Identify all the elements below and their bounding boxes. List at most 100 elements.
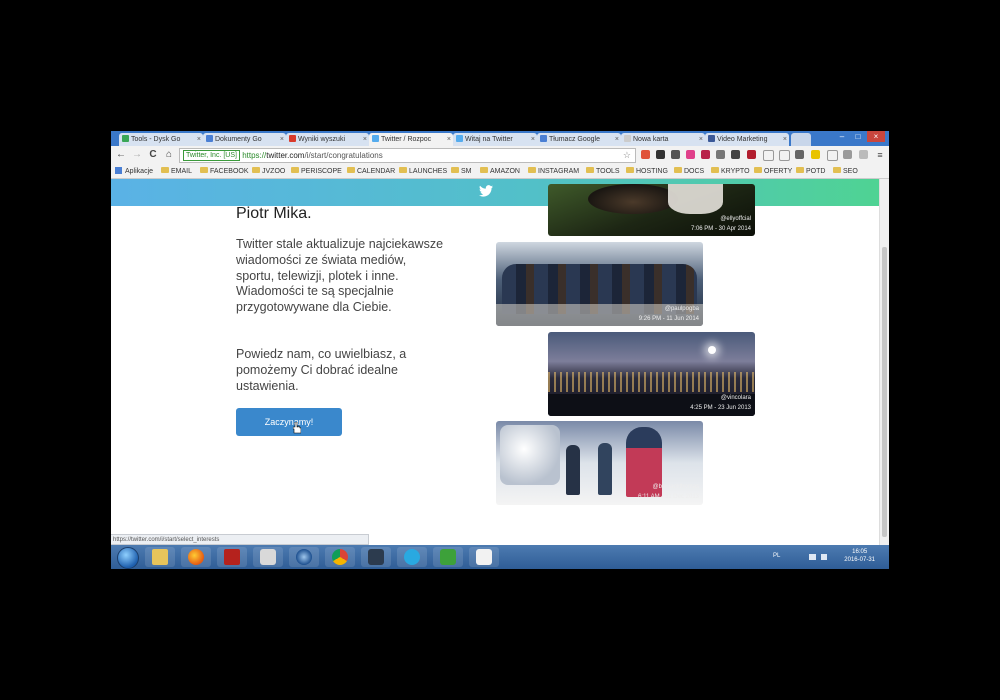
chrome-taskbar-button[interactable] <box>325 547 355 567</box>
extension-icon[interactable] <box>827 150 838 161</box>
forward-button[interactable]: → <box>131 149 143 161</box>
photo-card[interactable]: @benjackthomas 6:11 AM - 31 Dec 2013 <box>496 421 703 505</box>
menu-icon[interactable]: ≡ <box>874 149 886 161</box>
bookmark-folder[interactable]: INSTAGRAM <box>528 167 579 175</box>
bookmark-folder[interactable]: DOCS <box>674 167 704 175</box>
bookmark-folder[interactable]: OFERTY <box>754 167 792 175</box>
explorer-taskbar-button[interactable] <box>145 547 175 567</box>
camtasia-recorder-taskbar-button[interactable] <box>469 547 499 567</box>
twitter-header-bar <box>111 179 880 206</box>
media-player-icon <box>260 549 276 565</box>
address-bar[interactable]: Twitter, Inc. [US] https://twitter.com/i… <box>179 148 636 163</box>
photo-card[interactable]: @ellyoffcial 7:06 PM - 30 Apr 2014 <box>548 184 755 236</box>
extension-icon[interactable] <box>641 150 650 159</box>
secure-badge[interactable]: Twitter, Inc. [US] <box>183 150 240 161</box>
close-icon[interactable]: × <box>615 133 619 146</box>
folder-icon <box>796 167 804 173</box>
folder-icon <box>626 167 634 173</box>
tab-active[interactable]: Twitter / Rozpoc × <box>369 133 453 146</box>
close-icon[interactable]: × <box>783 133 787 146</box>
photo-card[interactable]: @vincolara 4:25 PM - 23 Jun 2013 <box>548 332 755 416</box>
extension-icon[interactable] <box>701 150 710 159</box>
network-icon[interactable] <box>809 554 816 560</box>
folder-icon <box>711 167 719 173</box>
bookmark-folder[interactable]: FACEBOOK <box>200 167 249 175</box>
bookmark-folder[interactable]: POTD <box>796 167 825 175</box>
reload-button[interactable]: C <box>147 149 159 161</box>
extension-icon[interactable] <box>671 150 680 159</box>
extension-icon[interactable] <box>731 150 740 159</box>
app-taskbar-button[interactable] <box>361 547 391 567</box>
folder-icon <box>451 167 459 173</box>
tab[interactable]: Dokumenty Go × <box>203 133 286 146</box>
toolbar: ← → C ⌂ Twitter, Inc. [US] https://twitt… <box>111 146 889 164</box>
start-menu-icon[interactable] <box>117 547 139 569</box>
bookmark-folder[interactable]: HOSTING <box>626 167 668 175</box>
filezilla-taskbar-button[interactable] <box>217 547 247 567</box>
media-taskbar-button[interactable] <box>253 547 283 567</box>
new-tab-button[interactable] <box>791 133 811 146</box>
maximize-button[interactable]: □ <box>851 131 865 142</box>
page-content: Piotr Mika. Twitter stale aktualizuje na… <box>111 179 880 545</box>
close-icon[interactable]: × <box>197 133 201 146</box>
close-icon[interactable]: × <box>363 133 367 146</box>
firefox-taskbar-button[interactable] <box>181 547 211 567</box>
vertical-scrollbar[interactable] <box>879 179 889 545</box>
volume-icon[interactable] <box>821 554 827 560</box>
tab[interactable]: Video Marketing × <box>705 133 789 146</box>
bookmark-star-icon[interactable]: ☆ <box>623 149 631 162</box>
bookmark-folder[interactable]: SEO <box>833 167 858 175</box>
extension-icon[interactable] <box>716 150 725 159</box>
folder-icon <box>833 167 841 173</box>
tab[interactable]: Tools - Dysk Go × <box>119 133 203 146</box>
tab[interactable]: Tłumacz Google × <box>537 133 621 146</box>
bookmark-folder[interactable]: KRYPTO <box>711 167 750 175</box>
bookmark-folder[interactable]: JVZOO <box>252 167 285 175</box>
tab[interactable]: Nowa karta × <box>621 133 705 146</box>
bookmark-folder[interactable]: PERISCOPE <box>291 167 342 175</box>
bookmark-apps[interactable]: Aplikacje <box>115 167 153 175</box>
tab[interactable]: Wyniki wyszuki × <box>286 133 369 146</box>
blank-page-icon <box>624 135 631 142</box>
photo-card[interactable]: @paulpogba 9:26 PM - 11 Jun 2014 <box>496 242 703 326</box>
language-indicator[interactable]: PL <box>773 553 780 559</box>
extension-icon[interactable] <box>795 150 804 159</box>
drive-icon <box>122 135 129 142</box>
bookmark-folder[interactable]: CALENDAR <box>347 167 395 175</box>
minimize-button[interactable]: – <box>835 131 849 142</box>
bookmark-folder[interactable]: EMAIL <box>161 167 192 175</box>
system-tray: PL 16:05 2016-07-31 <box>759 545 889 569</box>
extension-icon[interactable] <box>779 150 790 161</box>
bookmark-folder[interactable]: SM <box>451 167 472 175</box>
bookmark-label: PERISCOPE <box>301 168 342 175</box>
extension-icon[interactable] <box>859 150 868 159</box>
skype-taskbar-button[interactable] <box>397 547 427 567</box>
home-button[interactable]: ⌂ <box>163 149 175 161</box>
photo-timestamp: 7:06 PM - 30 Apr 2014 <box>690 226 751 232</box>
bookmark-folder[interactable]: AMAZON <box>480 167 520 175</box>
close-window-button[interactable]: × <box>867 131 885 142</box>
extension-icon[interactable] <box>656 150 665 159</box>
scrollbar-thumb[interactable] <box>882 247 887 537</box>
extension-icon[interactable] <box>843 150 852 159</box>
thunderbird-taskbar-button[interactable] <box>289 547 319 567</box>
bookmark-label: POTD <box>806 168 826 175</box>
camtasia-taskbar-button[interactable] <box>433 547 463 567</box>
back-button[interactable]: ← <box>115 149 127 161</box>
screen: Tools - Dysk Go × Dokumenty Go × Wyniki wy… <box>111 131 889 569</box>
translate-icon <box>540 135 547 142</box>
clock[interactable]: 16:05 2016-07-31 <box>844 548 875 564</box>
start-button[interactable]: Zaczynamy! <box>236 408 342 436</box>
bookmark-folder[interactable]: TOOLS <box>586 167 620 175</box>
extension-icon[interactable] <box>763 150 774 161</box>
tab-title: Video Marketing <box>717 136 768 143</box>
extension-icon[interactable] <box>811 150 820 159</box>
extension-icon[interactable] <box>747 150 756 159</box>
tab[interactable]: Witaj na Twitter × <box>453 133 537 146</box>
extension-icon[interactable] <box>686 150 695 159</box>
close-icon[interactable]: × <box>280 133 284 146</box>
close-icon[interactable]: × <box>531 133 535 146</box>
close-icon[interactable]: × <box>699 133 703 146</box>
bookmark-folder[interactable]: LAUNCHES <box>399 167 447 175</box>
close-icon[interactable]: × <box>447 133 451 146</box>
